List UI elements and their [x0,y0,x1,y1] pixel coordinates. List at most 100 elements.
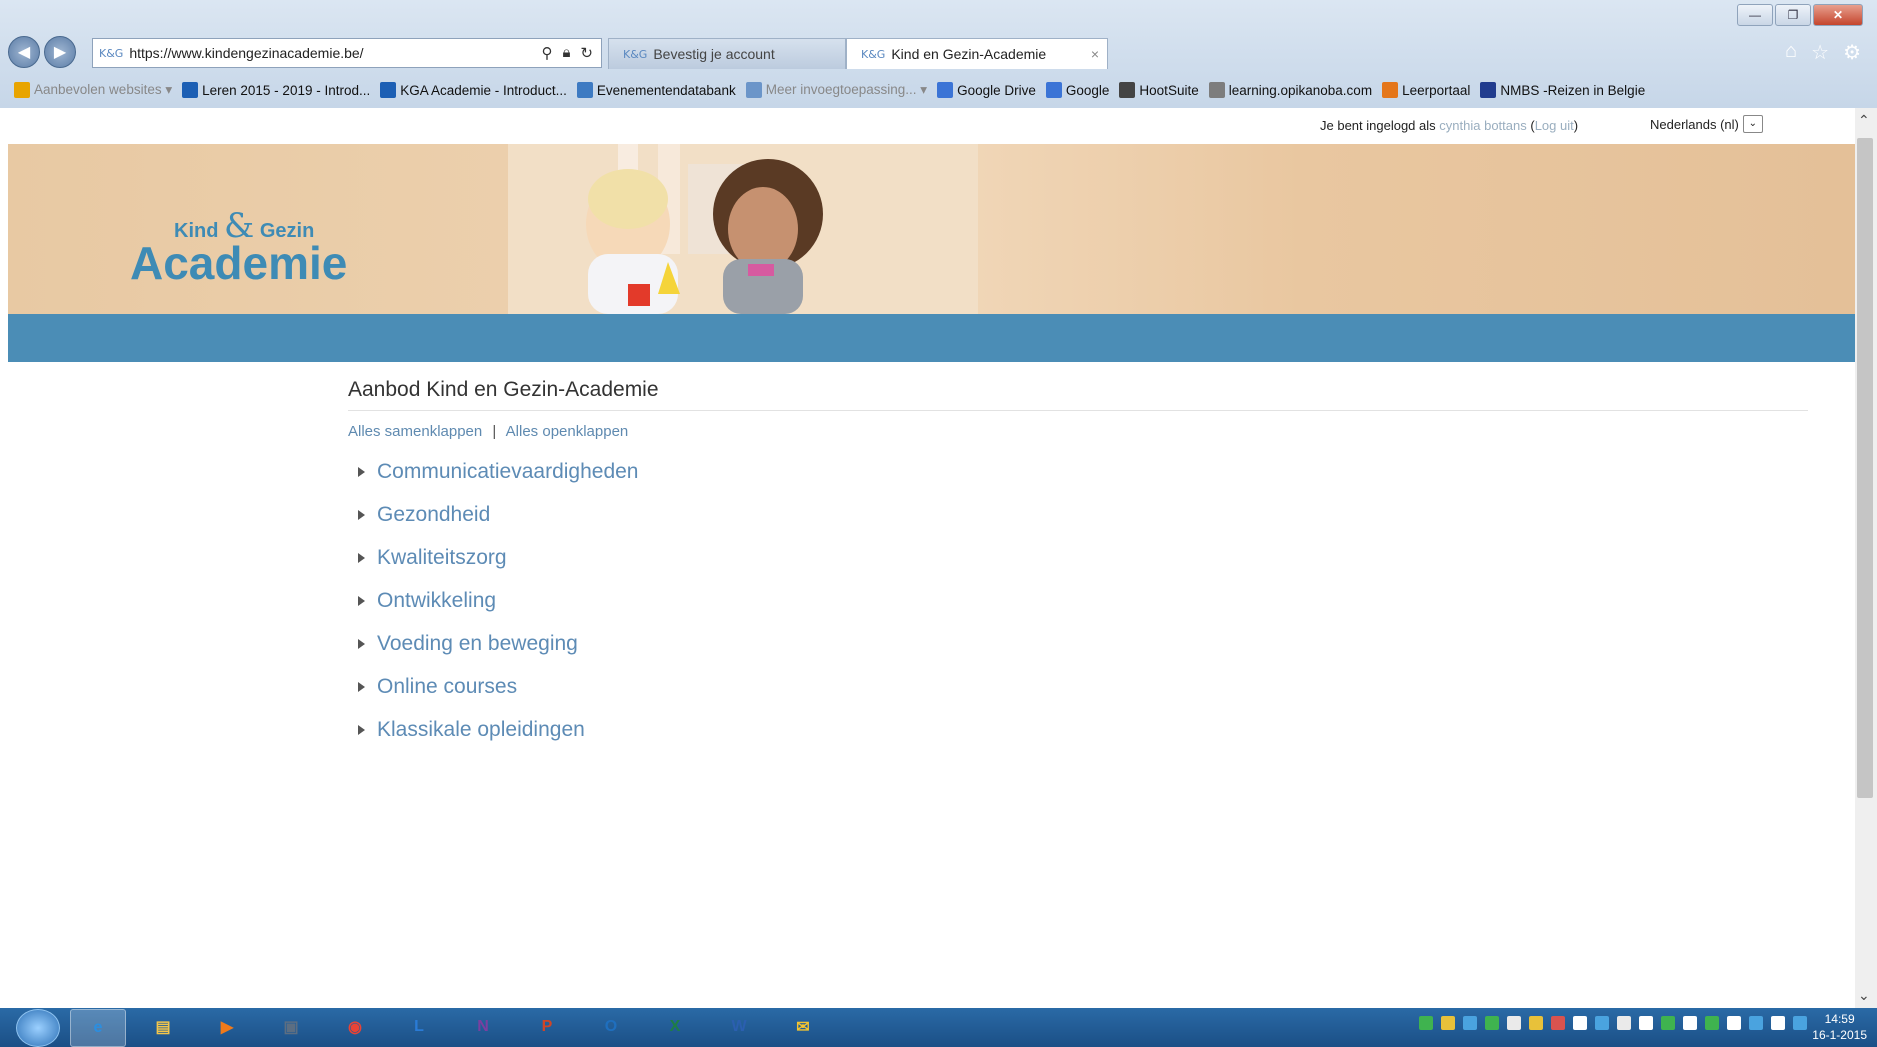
back-button[interactable]: ◀ [8,36,40,68]
file-explorer-icon[interactable]: ▤ [136,1009,190,1045]
back-arrow-icon: ◀ [17,44,31,61]
category-label[interactable]: Kwaliteitszorg [377,546,507,570]
username-link[interactable]: cynthia bottans [1439,118,1526,133]
logo-academie[interactable]: Academie [130,236,347,290]
tray-icon[interactable] [1639,1016,1653,1030]
category-label[interactable]: Klassikale opleidingen [377,718,585,742]
expand-triangle-icon[interactable] [358,638,365,649]
children-photo [508,144,978,314]
favorite-item[interactable]: Leerportaal [1382,82,1470,98]
expand-all-link[interactable]: Alles openklappen [506,423,629,440]
tray-icon[interactable] [1727,1016,1741,1030]
internet-explorer-icon[interactable]: e [70,1008,126,1047]
tray-icon[interactable] [1793,1016,1807,1030]
address-bar[interactable]: K&G https://www.kindengezinacademie.be/ … [92,38,602,68]
expand-triangle-icon[interactable] [358,724,365,735]
category-label[interactable]: Voeding en beweging [377,632,578,656]
category-item[interactable]: Online courses [348,665,1808,708]
favorite-item[interactable]: Aanbevolen websites ▾ [14,82,172,98]
app-window-icon[interactable]: ▣ [264,1009,318,1045]
maximize-button[interactable]: ❐ [1775,4,1811,26]
tab-bevestig-account[interactable]: K&G Bevestig je account [608,38,846,69]
tray-icon[interactable] [1617,1016,1631,1030]
tray-icon[interactable] [1485,1016,1499,1030]
close-tab-icon[interactable]: × [1091,46,1099,62]
vertical-scrollbar[interactable]: ⌃ ⌄ [1855,108,1877,1008]
address-url[interactable]: https://www.kindengezinacademie.be/ [129,45,541,61]
search-icon[interactable]: ⚲ [541,44,552,62]
close-window-button[interactable]: ✕ [1813,4,1863,26]
favorite-item[interactable]: Meer invoegtoepassing... ▾ [745,82,927,98]
expand-triangle-icon[interactable] [358,595,365,606]
scroll-down-icon[interactable]: ⌄ [1858,987,1870,1004]
favorite-item[interactable]: HootSuite [1119,82,1199,98]
lync-icon[interactable]: L [392,1009,446,1045]
category-label[interactable]: Ontwikkeling [377,589,496,613]
tray-icon[interactable] [1573,1016,1587,1030]
powerpoint-icon[interactable]: P [520,1009,574,1045]
clock[interactable]: 14:59 16-1-2015 [1812,1011,1867,1043]
refresh-icon[interactable]: ↻ [580,44,593,62]
tray-icon[interactable] [1529,1016,1543,1030]
expand-triangle-icon[interactable] [358,552,365,563]
category-label[interactable]: Communicatievaardigheden [377,460,639,484]
category-item[interactable]: Kwaliteitszorg [348,536,1808,579]
expand-triangle-icon[interactable] [358,509,365,520]
messenger-icon[interactable]: ✉ [776,1009,830,1045]
category-item[interactable]: Ontwikkeling [348,579,1808,622]
favorite-item[interactable]: Evenementendatabank [576,82,736,98]
favorite-item[interactable]: Leren 2015 - 2019 - Introd... [182,82,370,98]
onenote-icon[interactable]: N [456,1009,510,1045]
tray-icon[interactable] [1463,1016,1477,1030]
lock-icon[interactable]: 🔒︎ [562,44,570,62]
favorite-item[interactable]: NMBS -Reizen in Belgie [1480,82,1645,98]
category-label[interactable]: Gezondheid [377,503,490,527]
tray-icon[interactable] [1683,1016,1697,1030]
category-item[interactable]: Voeding en beweging [348,622,1808,665]
language-select[interactable]: Nederlands (nl) ⌄ [1650,115,1763,133]
tray-icon[interactable] [1551,1016,1565,1030]
favorite-icon [745,82,762,98]
tray-icon[interactable] [1771,1016,1785,1030]
expand-triangle-icon[interactable] [358,466,365,477]
tray-icon[interactable] [1507,1016,1521,1030]
category-label[interactable]: Online courses [377,675,517,699]
scrollbar-thumb[interactable] [1857,138,1873,798]
collapse-all-link[interactable]: Alles samenklappen [348,423,482,440]
media-player-icon[interactable]: ▶ [200,1009,254,1045]
excel-icon[interactable]: X [648,1009,702,1045]
category-item[interactable]: Klassikale opleidingen [348,708,1808,751]
tab-label: Bevestig je account [653,46,775,62]
logout-link[interactable]: Log uit [1535,118,1574,133]
expand-triangle-icon[interactable] [358,681,365,692]
minimize-button[interactable]: — [1737,4,1773,26]
chrome-icon[interactable]: ◉ [328,1009,382,1045]
tray-icon[interactable] [1595,1016,1609,1030]
scroll-up-icon[interactable]: ⌃ [1858,112,1870,129]
chevron-down-icon[interactable]: ⌄ [1742,115,1763,133]
tray-icon[interactable] [1419,1016,1433,1030]
forward-button[interactable]: ▶ [44,36,76,68]
tray-icon[interactable] [1441,1016,1455,1030]
language-value: Nederlands (nl) [1650,116,1739,132]
outlook-icon[interactable]: O [584,1009,638,1045]
favorite-icon [1208,82,1225,98]
start-button[interactable] [16,1008,60,1047]
favorite-item[interactable]: Google [1045,82,1109,98]
favorite-item[interactable]: learning.opikanoba.com [1208,82,1372,98]
tray-icon[interactable] [1661,1016,1675,1030]
login-prefix: Je bent ingelogd als [1320,118,1436,133]
site-favicon-icon: K&G [99,46,124,60]
category-item[interactable]: Communicatievaardigheden [348,450,1808,493]
category-item[interactable]: Gezondheid [348,493,1808,536]
home-icon[interactable]: ⌂ [1785,40,1797,65]
tab-kind-en-gezin-academie[interactable]: K&G Kind en Gezin-Academie × [846,38,1108,69]
tab-strip: K&G Bevestig je account K&G Kind en Gezi… [608,38,1108,69]
favorite-item[interactable]: Google Drive [937,82,1036,98]
settings-gear-icon[interactable]: ⚙ [1843,40,1861,65]
tray-icon[interactable] [1705,1016,1719,1030]
favorite-item[interactable]: KGA Academie - Introduct... [380,82,567,98]
tray-icon[interactable] [1749,1016,1763,1030]
favorites-star-icon[interactable]: ☆ [1811,40,1829,65]
word-icon[interactable]: W [712,1009,766,1045]
